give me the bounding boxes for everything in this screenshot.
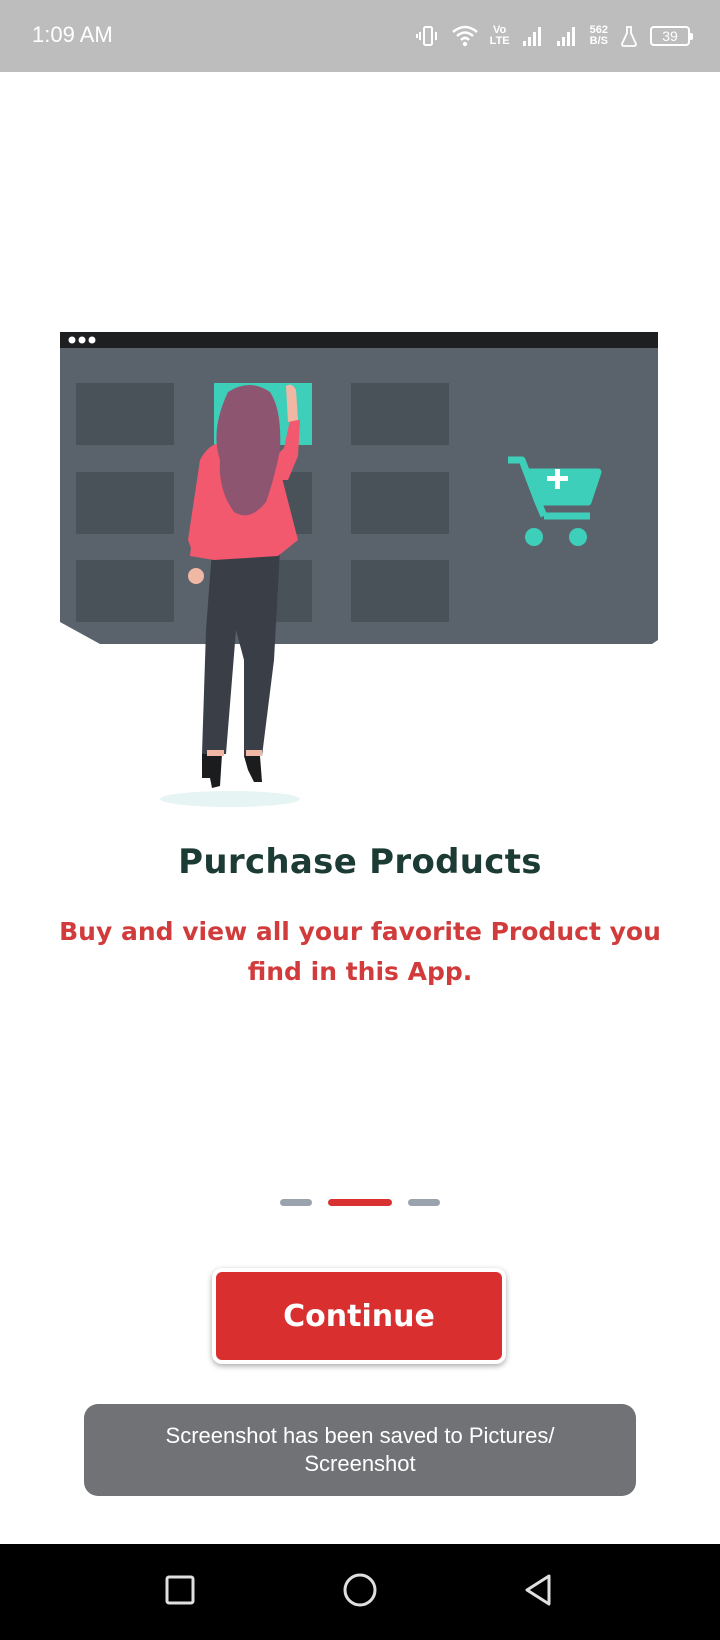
net-speed-unit: B/S (589, 35, 608, 47)
shopping-illustration (60, 332, 658, 807)
signal-icon-2 (556, 25, 578, 47)
battery-level: 39 (662, 28, 678, 44)
page-subtitle: Buy and view all your favorite Product y… (59, 917, 661, 986)
toast-line-2: Screenshot (304, 1451, 416, 1476)
onboarding-screen: 1:09 AM Vo LTE 562 B/S 39 Purchase Produ… (0, 0, 720, 1640)
circle-icon (342, 1572, 378, 1613)
page-indicator-dot-2[interactable] (328, 1199, 392, 1206)
status-time: 1:09 AM (32, 22, 113, 47)
volte-bottom: LTE (489, 35, 510, 47)
page-indicator-dot-3[interactable] (408, 1199, 440, 1206)
square-icon (164, 1574, 196, 1611)
screenshot-toast: Screenshot has been saved to Pictures/ S… (84, 1404, 636, 1496)
flask-icon (620, 25, 638, 47)
battery-icon: 39 (650, 26, 693, 46)
signal-icon-1 (522, 25, 544, 47)
triangle-back-icon (521, 1573, 555, 1612)
wifi-icon (451, 25, 478, 47)
status-icons: Vo LTE 562 B/S 39 (415, 20, 693, 52)
vibrate-icon (415, 24, 440, 48)
navigation-bar (0, 1544, 720, 1640)
net-speed: 562 B/S (590, 25, 608, 47)
page-indicator (0, 1199, 720, 1206)
home-button[interactable] (334, 1566, 386, 1618)
back-button[interactable] (512, 1566, 564, 1618)
page-title: Purchase Products (178, 842, 542, 882)
page-indicator-dot-1[interactable] (280, 1199, 312, 1206)
volte-indicator: Vo LTE (490, 25, 510, 47)
continue-button[interactable]: Continue (212, 1268, 506, 1364)
recent-apps-button[interactable] (154, 1566, 206, 1618)
toast-line-1: Screenshot has been saved to Pictures/ (165, 1423, 555, 1448)
status-bar: 1:09 AM Vo LTE 562 B/S 39 (0, 0, 720, 72)
